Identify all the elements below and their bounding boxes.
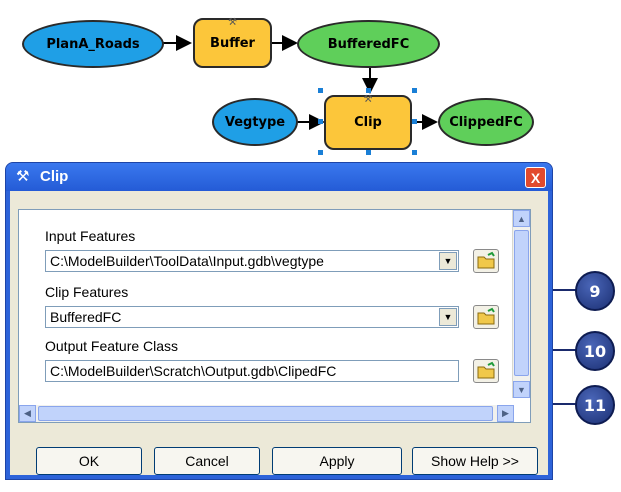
vertical-scroll-thumb[interactable]: [514, 230, 529, 376]
hammer-icon: ⚒: [228, 17, 237, 28]
selection-handle[interactable]: [318, 119, 323, 124]
clip-tool-label: Clip: [354, 115, 382, 130]
plana-roads-label: PlanA_Roads: [46, 36, 140, 52]
buffer-tool-node[interactable]: ⚒ Buffer: [193, 17, 272, 68]
input-features-field[interactable]: C:\ModelBuilder\ToolData\Input.gdb\vegty…: [45, 250, 459, 272]
input-features-browse-button[interactable]: [473, 249, 499, 273]
selection-handle[interactable]: [412, 119, 417, 124]
dialog-titlebar[interactable]: ⚒ Clip X: [6, 163, 552, 191]
scroll-right-icon[interactable]: ▶: [497, 405, 514, 422]
scroll-up-icon[interactable]: ▲: [513, 210, 530, 227]
clip-features-browse-button[interactable]: [473, 305, 499, 329]
selection-handle[interactable]: [366, 88, 371, 93]
input-features-dropdown-icon[interactable]: ▼: [439, 252, 457, 270]
clip-tool-node[interactable]: ⚒ Clip: [324, 94, 412, 150]
output-feature-class-field[interactable]: C:\ModelBuilder\Scratch\Output.gdb\Clipe…: [45, 360, 459, 382]
clip-features-label: Clip Features: [45, 284, 129, 300]
buffered-fc-node[interactable]: BufferedFC: [297, 20, 440, 68]
input-features-label: Input Features: [45, 228, 136, 244]
folder-icon: [477, 307, 495, 325]
scroll-left-icon[interactable]: ◀: [19, 405, 36, 422]
vegtype-node[interactable]: Vegtype: [212, 98, 298, 146]
selection-handle[interactable]: [318, 150, 323, 155]
buffer-tool-label: Buffer: [210, 35, 255, 51]
callout-badge: 11: [575, 385, 615, 425]
selection-handle[interactable]: [412, 88, 417, 93]
show-help-button[interactable]: Show Help >>: [412, 447, 538, 475]
hammer-icon: ⚒: [363, 94, 373, 105]
output-browse-button[interactable]: [473, 359, 499, 383]
apply-button[interactable]: Apply: [272, 447, 402, 475]
clip-features-field[interactable]: BufferedFC: [45, 306, 459, 328]
cancel-button[interactable]: Cancel: [154, 447, 260, 475]
horizontal-scroll-thumb[interactable]: [38, 406, 493, 421]
folder-icon: [477, 361, 495, 379]
clipped-fc-label: ClippedFC: [449, 114, 523, 130]
vertical-scrollbar[interactable]: ▲ ▼: [512, 210, 530, 398]
clip-dialog: ⚒ Clip X Input Features C:\ModelBuilder\…: [5, 162, 553, 480]
buffered-fc-label: BufferedFC: [327, 36, 410, 52]
selection-handle[interactable]: [412, 150, 417, 155]
parameters-panel: Input Features C:\ModelBuilder\ToolData\…: [18, 209, 531, 423]
dialog-client-area: Input Features C:\ModelBuilder\ToolData\…: [10, 191, 548, 475]
ok-button[interactable]: OK: [36, 447, 142, 475]
horizontal-scrollbar[interactable]: ◀ ▶: [19, 405, 514, 422]
clip-features-dropdown-icon[interactable]: ▼: [439, 308, 457, 326]
vegtype-label: Vegtype: [224, 114, 286, 130]
scroll-down-icon[interactable]: ▼: [513, 381, 530, 398]
plana-roads-node[interactable]: PlanA_Roads: [22, 20, 164, 68]
close-button[interactable]: X: [525, 167, 546, 188]
selection-handle[interactable]: [366, 150, 371, 155]
folder-icon: [477, 251, 495, 269]
output-feature-class-label: Output Feature Class: [45, 338, 179, 354]
callout-badge: 9: [575, 271, 615, 311]
dialog-title: Clip: [40, 168, 69, 185]
clipped-fc-node[interactable]: ClippedFC: [438, 98, 534, 146]
hammer-icon: ⚒: [16, 168, 30, 185]
selection-handle[interactable]: [318, 88, 323, 93]
callout-badge: 10: [575, 331, 615, 371]
